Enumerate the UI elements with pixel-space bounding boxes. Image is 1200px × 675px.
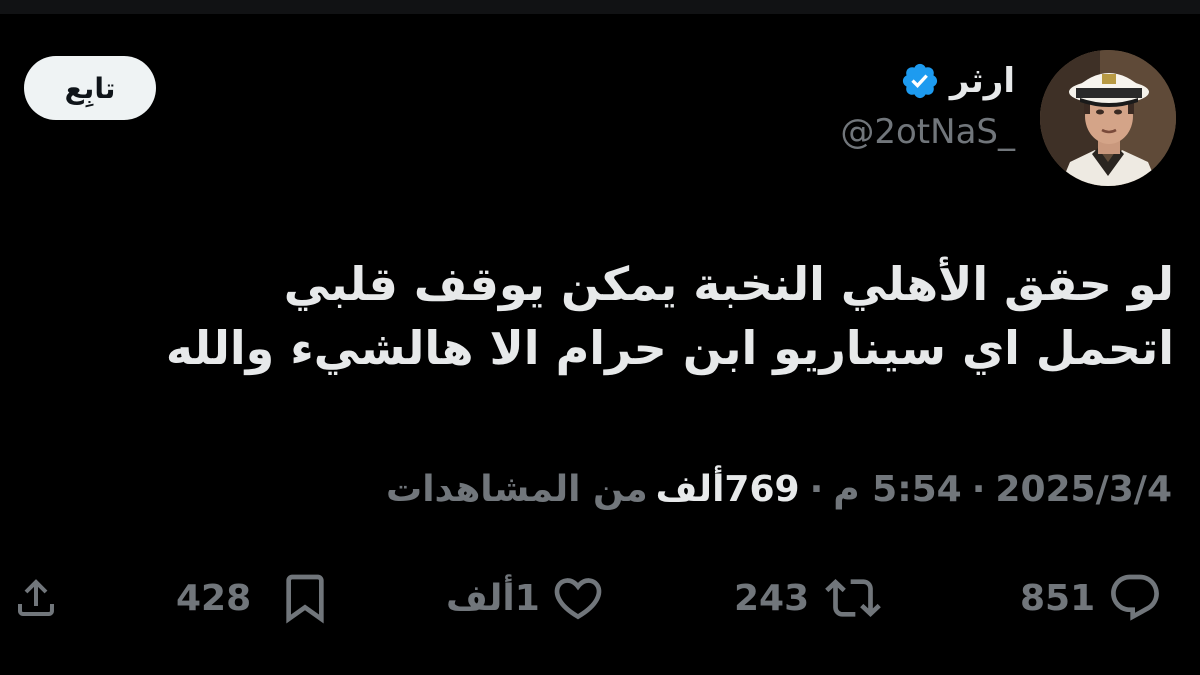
views-label: من المشاهدات — [386, 469, 648, 510]
retweet-icon — [825, 579, 881, 617]
like-button[interactable]: 1ألف — [446, 562, 606, 634]
user-handle[interactable]: @2otNaS_ — [840, 112, 1015, 152]
author-block: ارثر @2otNaS_ — [840, 54, 1015, 152]
bookmark-icon — [286, 574, 324, 624]
bookmark-count: 428 — [176, 577, 252, 619]
retweet-count: 243 — [734, 577, 810, 619]
heart-icon — [554, 578, 602, 620]
views-count[interactable]: 769 — [724, 469, 799, 510]
display-name[interactable]: ارثر — [950, 61, 1015, 101]
follow-button[interactable]: تابِع — [24, 56, 156, 120]
avatar-image — [1040, 50, 1176, 186]
tweet-date[interactable]: 2025/3/4 — [995, 469, 1172, 510]
tweet-text: لو حقق الأهلي النخبة يمكن يوقف قلبي اتحم… — [34, 252, 1174, 380]
reply-count: 851 — [1020, 577, 1096, 619]
avatar[interactable] — [1040, 50, 1176, 186]
retweet-button[interactable]: 243 — [734, 562, 881, 634]
like-count: 1ألف — [446, 577, 540, 619]
meta-separator: · — [809, 469, 824, 510]
meta-separator: · — [971, 469, 986, 510]
share-button[interactable] — [12, 562, 60, 634]
tweet-time[interactable]: 5:54 م — [833, 469, 961, 510]
tweet-text-line: اتحمل اي سيناريو ابن حرام الا هالشيء وال… — [165, 321, 1174, 375]
tweet-meta: 2025/3/4 · 5:54 م · 769 ألف من المشاهدات — [386, 469, 1172, 510]
top-bar — [0, 0, 1200, 14]
name-row: ارثر — [840, 54, 1015, 108]
tweet-text-line: لو حقق الأهلي النخبة يمكن يوقف قلبي — [283, 257, 1174, 311]
tweet-card: ارثر @2otNaS_ تابِع لو حقق الأهلي النخبة… — [0, 14, 1200, 675]
views-unit: ألف — [655, 469, 725, 510]
bookmark-button[interactable]: 428 — [176, 562, 333, 634]
reply-button[interactable]: 851 — [1020, 562, 1163, 634]
reply-icon — [1111, 574, 1160, 621]
verified-badge-icon[interactable] — [900, 61, 940, 101]
share-icon — [18, 579, 54, 616]
